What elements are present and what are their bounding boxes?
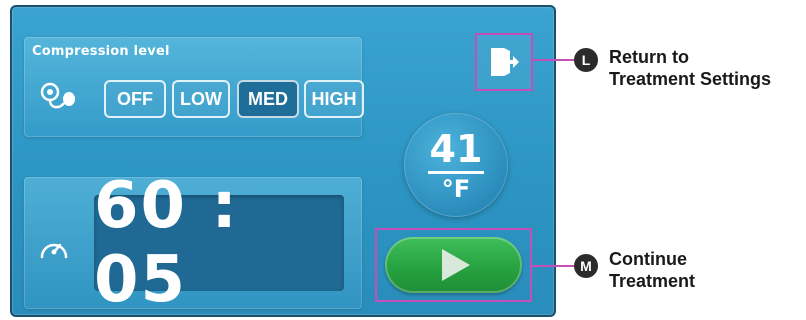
callout-m-text: Continue Treatment: [609, 248, 695, 292]
device-screen: Compression level OFF LOW MED HIGH 60 : …: [10, 5, 556, 317]
temperature-unit: °F: [441, 175, 471, 203]
play-icon: [441, 249, 470, 281]
temperature-display: 41 °F: [404, 113, 508, 217]
compression-high-button[interactable]: HIGH: [304, 80, 364, 118]
compression-title: Compression level: [32, 44, 170, 59]
temperature-value: 41: [429, 127, 483, 171]
callout-l-line: [532, 59, 574, 61]
cuff-bulb-icon: [40, 82, 75, 109]
timer-panel: 60 : 05: [24, 169, 362, 315]
callout-m-badge: M: [574, 254, 598, 278]
exit-door-icon: [491, 48, 519, 76]
callout-l-badge: L: [574, 48, 598, 72]
callout-l-line2: Treatment Settings: [609, 69, 772, 89]
callout-l-text: Return to Treatment Settings: [609, 46, 771, 90]
compression-panel: Compression level OFF LOW MED HIGH: [24, 37, 364, 137]
return-to-settings-button[interactable]: [475, 33, 533, 91]
compression-off-button[interactable]: OFF: [104, 80, 166, 118]
callout-m-line1: Continue: [609, 249, 687, 269]
callout-l-line1: Return to: [609, 47, 689, 67]
callout-m-line: [532, 265, 574, 267]
compression-low-button[interactable]: LOW: [172, 80, 230, 118]
timer-display: 60 : 05: [94, 169, 344, 315]
continue-treatment-button[interactable]: [385, 237, 522, 293]
temperature-divider: [428, 171, 484, 174]
callout-m-line2: Treatment: [609, 271, 696, 291]
speedometer-icon: [40, 243, 68, 259]
continue-button-highlight: [375, 228, 532, 302]
compression-med-button[interactable]: MED: [237, 80, 299, 118]
